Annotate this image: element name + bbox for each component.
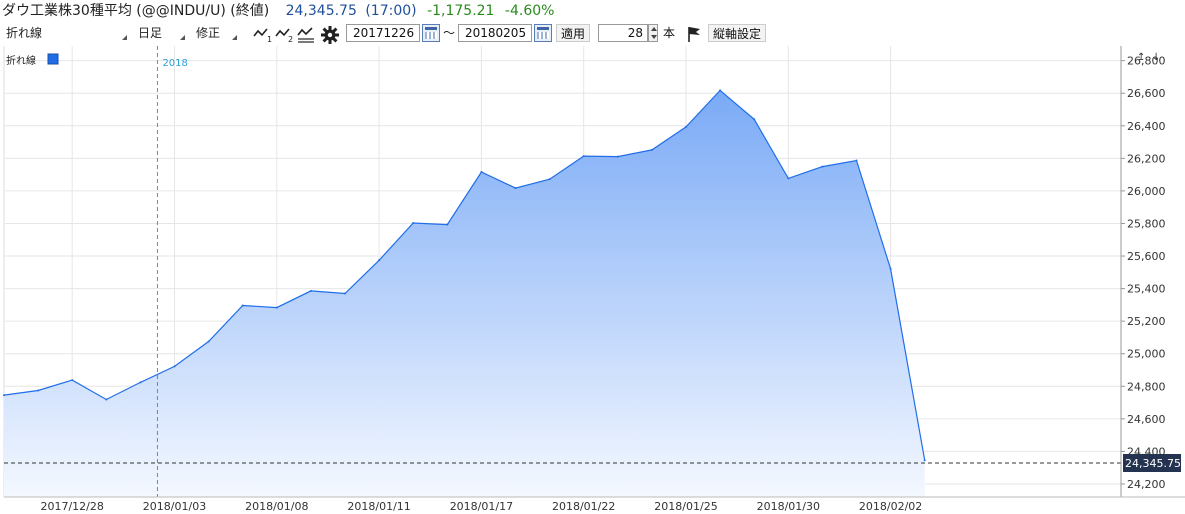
- legend-label: 折れ線: [6, 54, 36, 67]
- y-tick-label: 25,600: [1127, 250, 1166, 263]
- expand-arrow-icon: ↥: [1137, 52, 1145, 63]
- dropdown-arrow-icon: [180, 35, 185, 40]
- period-value: 日足: [138, 26, 163, 40]
- line-2-icon[interactable]: 2: [275, 24, 295, 44]
- svg-text:1: 1: [267, 35, 272, 44]
- arrow-down-icon: ↓: [1152, 52, 1160, 63]
- chart-type-select[interactable]: 折れ線: [2, 24, 130, 42]
- bar-count-unit: 本: [663, 26, 676, 40]
- year-marker-label: 2018: [162, 58, 187, 69]
- adjust-value: 修正: [196, 26, 221, 40]
- x-tick-label: 2017/12/28: [40, 500, 103, 513]
- x-tick-label: 2018/01/08: [245, 500, 308, 513]
- calendar-icon[interactable]: [422, 24, 440, 42]
- flag-icon[interactable]: [684, 24, 704, 44]
- legend-swatch: [47, 53, 59, 65]
- chart-type-value: 折れ線: [6, 26, 43, 40]
- chart-toolbar: 折れ線 日足 修正 1 2 20171226 〜 20180205 適用 28 …: [0, 22, 1185, 46]
- price-change: -1,175.21: [427, 3, 495, 19]
- y-tick-label: 26,600: [1127, 87, 1166, 100]
- period-select[interactable]: 日足: [134, 24, 188, 42]
- x-tick-label: 2018/01/25: [654, 500, 717, 513]
- svg-text:2: 2: [288, 35, 293, 44]
- calendar-icon[interactable]: [534, 24, 552, 42]
- dropdown-arrow-icon: [232, 35, 237, 40]
- start-date-input[interactable]: 20171226: [346, 24, 420, 42]
- gear-icon[interactable]: [320, 24, 340, 44]
- price-chart: 2018 24,20024,40024,60024,80025,00025,20…: [0, 46, 1185, 514]
- x-tick-label: 2018/01/11: [347, 500, 410, 513]
- price-time: (17:00): [365, 3, 417, 19]
- y-tick-label: 25,400: [1127, 283, 1166, 296]
- x-tick-label: 2018/01/03: [143, 500, 206, 513]
- last-price: 24,345.75: [285, 3, 357, 19]
- bar-count-spinner[interactable]: [648, 24, 658, 42]
- end-date-input[interactable]: 20180205: [458, 24, 532, 42]
- axis-settings-button[interactable]: 縦軸設定: [708, 24, 766, 42]
- line-indicator-icon[interactable]: [297, 24, 317, 44]
- index-name: ダウ工業株30種平均 (@@INDU/U) (終値): [2, 3, 270, 19]
- y-tick-label: 24,600: [1127, 413, 1166, 426]
- y-tick-label: 26,400: [1127, 120, 1166, 133]
- x-tick-label: 2018/01/17: [450, 500, 513, 513]
- y-tick-label: 26,000: [1127, 185, 1166, 198]
- bar-count-input[interactable]: 28: [598, 24, 648, 42]
- adjust-select[interactable]: 修正: [192, 24, 240, 42]
- y-tick-label: 25,200: [1127, 315, 1166, 328]
- y-tick-label: 25,000: [1127, 348, 1166, 361]
- chart-title-bar: ダウ工業株30種平均 (@@INDU/U) (終値) 24,345.75 (17…: [0, 0, 1185, 22]
- y-tick-label: 24,200: [1127, 478, 1166, 491]
- x-tick-label: 2018/02/02: [859, 500, 922, 513]
- x-tick-label: 2018/01/30: [757, 500, 820, 513]
- x-tick-label: 2018/01/22: [552, 500, 615, 513]
- date-range-separator: 〜: [443, 26, 456, 40]
- apply-button[interactable]: 適用: [556, 24, 590, 42]
- price-change-percent: -4.60%: [504, 3, 555, 19]
- line-1-icon[interactable]: 1: [253, 24, 273, 44]
- y-tick-label: 26,200: [1127, 152, 1166, 165]
- last-price-tag: 24,345.75: [1123, 454, 1181, 472]
- last-price-tag-label: 24,345.75: [1125, 457, 1181, 470]
- y-tick-label: 24,800: [1127, 380, 1166, 393]
- y-tick-label: 25,800: [1127, 217, 1166, 230]
- dropdown-arrow-icon: [122, 35, 127, 40]
